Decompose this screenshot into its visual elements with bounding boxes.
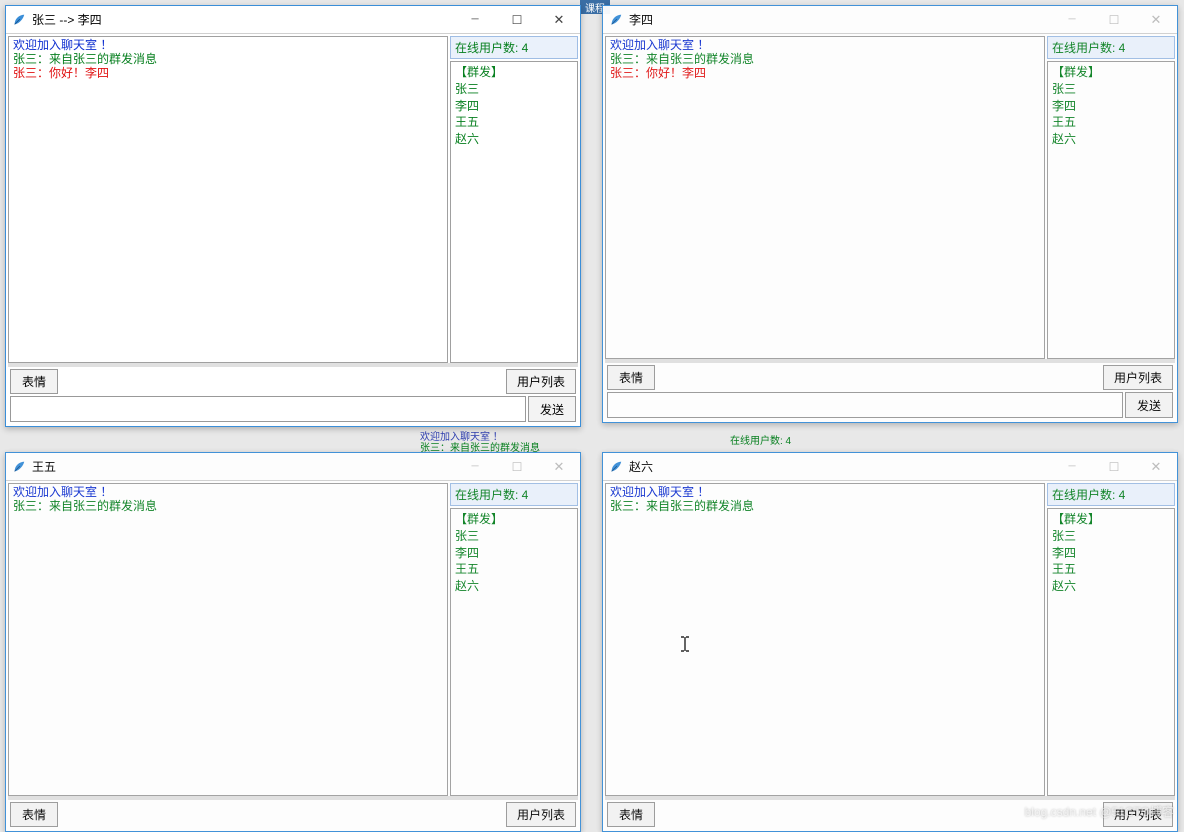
- user-item[interactable]: 张三: [455, 81, 573, 98]
- chat-window: 王五欢迎加入聊天室 ！张三：来自张三的群发消息在线用户数: 4【群发】张三李四王…: [5, 452, 581, 832]
- window-title: 李四: [629, 11, 1051, 28]
- chat-line: 张三：你好！李四: [610, 67, 1040, 81]
- user-list[interactable]: 【群发】张三李四王五赵六: [450, 508, 578, 796]
- chat-window: 赵六欢迎加入聊天室 ！张三：来自张三的群发消息在线用户数: 4【群发】张三李四王…: [602, 452, 1178, 832]
- close-button[interactable]: [1135, 6, 1177, 33]
- group-send-item[interactable]: 【群发】: [1052, 64, 1170, 81]
- send-button[interactable]: 发送: [528, 396, 576, 422]
- online-user-count: 在线用户数: 4: [1047, 36, 1175, 59]
- user-item[interactable]: 李四: [455, 98, 573, 115]
- titlebar[interactable]: 张三 --> 李四: [6, 6, 580, 34]
- chat-window: 李四欢迎加入聊天室 ！张三：来自张三的群发消息张三：你好！李四在线用户数: 4【…: [602, 5, 1178, 423]
- userlist-button[interactable]: 用户列表: [1103, 802, 1173, 827]
- user-item[interactable]: 王五: [1052, 561, 1170, 578]
- minimize-button[interactable]: [1051, 453, 1093, 480]
- window-title: 张三 --> 李四: [32, 11, 454, 28]
- user-item[interactable]: 张三: [455, 528, 573, 545]
- chat-log[interactable]: 欢迎加入聊天室 ！张三：来自张三的群发消息: [8, 483, 448, 796]
- online-user-count: 在线用户数: 4: [450, 483, 578, 506]
- userlist-button[interactable]: 用户列表: [506, 369, 576, 394]
- user-list[interactable]: 【群发】张三李四王五赵六: [450, 61, 578, 363]
- feather-icon: [609, 13, 623, 27]
- feather-icon: [609, 460, 623, 474]
- window-title: 赵六: [629, 458, 1051, 475]
- feather-icon: [12, 13, 26, 27]
- message-input[interactable]: [10, 396, 526, 422]
- chat-window: 张三 --> 李四欢迎加入聊天室 ！张三：来自张三的群发消息张三：你好！李四在线…: [5, 5, 581, 427]
- user-item[interactable]: 王五: [455, 561, 573, 578]
- feather-icon: [12, 460, 26, 474]
- user-item[interactable]: 赵六: [455, 131, 573, 148]
- chat-line: 欢迎加入聊天室 ！: [610, 486, 1040, 500]
- chat-log[interactable]: 欢迎加入聊天室 ！张三：来自张三的群发消息张三：你好！李四: [8, 36, 448, 363]
- emoji-button[interactable]: 表情: [10, 802, 58, 827]
- maximize-button[interactable]: [496, 6, 538, 33]
- user-item[interactable]: 赵六: [1052, 131, 1170, 148]
- userlist-button[interactable]: 用户列表: [506, 802, 576, 827]
- user-item[interactable]: 李四: [1052, 98, 1170, 115]
- minimize-button[interactable]: [1051, 6, 1093, 33]
- message-input[interactable]: [607, 392, 1123, 418]
- maximize-button[interactable]: [496, 453, 538, 480]
- chat-log[interactable]: 欢迎加入聊天室 ！张三：来自张三的群发消息张三：你好！李四: [605, 36, 1045, 359]
- emoji-button[interactable]: 表情: [10, 369, 58, 394]
- chat-line: 张三：来自张三的群发消息: [610, 500, 1040, 514]
- bg-peek-lines: 欢迎加入聊天室 ！ 张三：来自张三的群发消息: [420, 432, 540, 454]
- chat-line: 张三：来自张三的群发消息: [610, 53, 1040, 67]
- user-item[interactable]: 李四: [1052, 545, 1170, 562]
- group-send-item[interactable]: 【群发】: [1052, 511, 1170, 528]
- chat-line: 张三：来自张三的群发消息: [13, 500, 443, 514]
- user-list[interactable]: 【群发】张三李四王五赵六: [1047, 508, 1175, 796]
- user-item[interactable]: 李四: [455, 545, 573, 562]
- user-item[interactable]: 赵六: [455, 578, 573, 595]
- user-item[interactable]: 张三: [1052, 81, 1170, 98]
- send-button[interactable]: 发送: [1125, 392, 1173, 418]
- titlebar[interactable]: 赵六: [603, 453, 1177, 481]
- chat-log[interactable]: 欢迎加入聊天室 ！张三：来自张三的群发消息: [605, 483, 1045, 796]
- maximize-button[interactable]: [1093, 6, 1135, 33]
- user-list[interactable]: 【群发】张三李四王五赵六: [1047, 61, 1175, 359]
- minimize-button[interactable]: [454, 6, 496, 33]
- group-send-item[interactable]: 【群发】: [455, 511, 573, 528]
- online-user-count: 在线用户数: 4: [1047, 483, 1175, 506]
- chat-line: 欢迎加入聊天室 ！: [13, 39, 443, 53]
- emoji-button[interactable]: 表情: [607, 802, 655, 827]
- titlebar[interactable]: 王五: [6, 453, 580, 481]
- chat-line: 张三：你好！李四: [13, 67, 443, 81]
- user-item[interactable]: 张三: [1052, 528, 1170, 545]
- group-send-item[interactable]: 【群发】: [455, 64, 573, 81]
- chat-line: 欢迎加入聊天室 ！: [13, 486, 443, 500]
- user-item[interactable]: 王五: [1052, 114, 1170, 131]
- maximize-button[interactable]: [1093, 453, 1135, 480]
- window-title: 王五: [32, 458, 454, 475]
- user-item[interactable]: 赵六: [1052, 578, 1170, 595]
- userlist-button[interactable]: 用户列表: [1103, 365, 1173, 390]
- close-button[interactable]: [538, 6, 580, 33]
- chat-line: 欢迎加入聊天室 ！: [610, 39, 1040, 53]
- emoji-button[interactable]: 表情: [607, 365, 655, 390]
- close-button[interactable]: [1135, 453, 1177, 480]
- bg-peek-count: 在线用户数: 4: [730, 436, 791, 447]
- minimize-button[interactable]: [454, 453, 496, 480]
- chat-line: 张三：来自张三的群发消息: [13, 53, 443, 67]
- user-item[interactable]: 王五: [455, 114, 573, 131]
- close-button[interactable]: [538, 453, 580, 480]
- titlebar[interactable]: 李四: [603, 6, 1177, 34]
- online-user-count: 在线用户数: 4: [450, 36, 578, 59]
